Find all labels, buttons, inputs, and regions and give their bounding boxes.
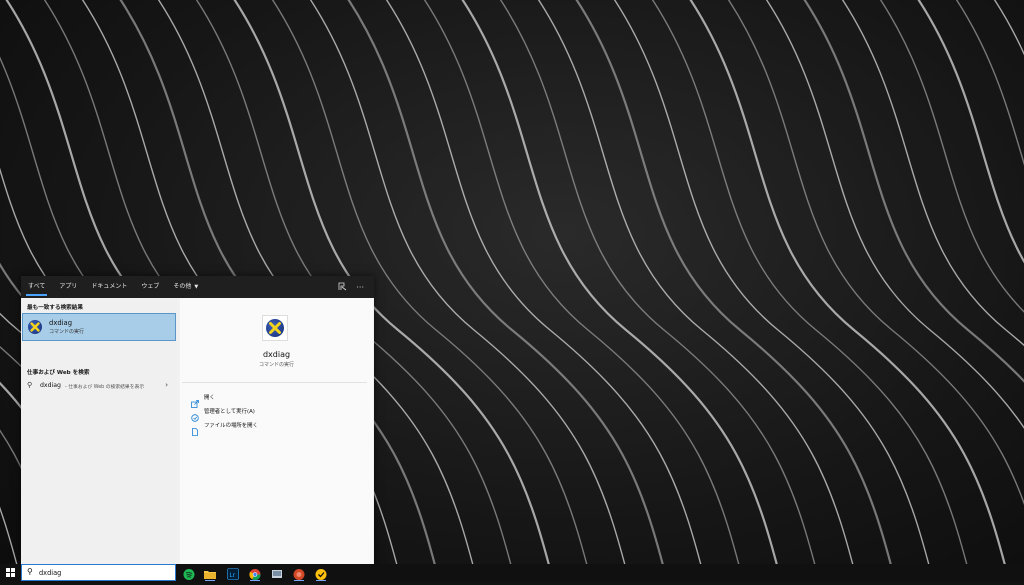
search-icon: ⚲ xyxy=(27,567,33,576)
chrome-icon[interactable] xyxy=(248,566,262,581)
web-search-result[interactable]: ⚲ dxdiag - 仕事および Web の検索結果を表示 › xyxy=(21,378,177,394)
web-search-query: dxdiag xyxy=(40,382,61,389)
windows-logo-icon xyxy=(6,568,15,577)
preview-pane: dxdiag コマンドの実行 開く 管理者として実行(A) ファイルの場所を開く xyxy=(180,298,373,564)
search-icon: ⚲ xyxy=(27,381,33,389)
dxdiag-large-icon xyxy=(262,315,288,341)
app-icon[interactable] xyxy=(270,566,284,579)
chevron-down-icon: ▼ xyxy=(194,284,199,290)
results-list-pane: 最も一致する検索結果 dxdiag コマンドの実行 仕事および Web を検索 … xyxy=(21,298,177,564)
spotify-icon[interactable] xyxy=(182,566,196,580)
dxdiag-app-icon xyxy=(28,320,42,334)
feedback-icon[interactable] xyxy=(338,282,347,293)
svg-text:Lr: Lr xyxy=(229,572,235,579)
file-location-icon xyxy=(191,421,199,436)
lightroom-icon[interactable]: Lr xyxy=(226,566,240,580)
tab-apps[interactable]: アプリ xyxy=(52,276,84,298)
best-match-title: dxdiag xyxy=(49,319,73,327)
file-explorer-icon[interactable] xyxy=(203,566,217,581)
taskbar-search-input[interactable] xyxy=(39,567,169,578)
open-action[interactable]: 開く xyxy=(191,391,215,408)
tab-web[interactable]: ウェブ xyxy=(134,276,166,298)
preview-title: dxdiag xyxy=(262,350,291,359)
taskbar: ⚲ Lr xyxy=(0,564,1024,581)
web-search-header: 仕事および Web を検索 xyxy=(27,370,90,376)
open-file-location-action[interactable]: ファイルの場所を開く xyxy=(191,419,258,436)
powerpoint-icon[interactable] xyxy=(292,566,306,581)
preview-divider xyxy=(182,382,367,383)
open-icon xyxy=(191,393,199,408)
norton-icon[interactable] xyxy=(314,566,328,581)
admin-shield-icon xyxy=(191,407,199,422)
web-search-description: - 仕事および Web の検索結果を表示 xyxy=(65,385,145,390)
search-tab-bar: すべて アプリ ドキュメント ウェブ その他 ▼ ··· xyxy=(21,276,374,298)
tab-documents[interactable]: ドキュメント xyxy=(84,276,134,298)
run-as-admin-action[interactable]: 管理者として実行(A) xyxy=(191,405,255,422)
tab-all[interactable]: すべて xyxy=(21,276,52,298)
start-button[interactable] xyxy=(0,564,21,581)
taskbar-search-box[interactable]: ⚲ xyxy=(21,564,176,581)
chevron-right-icon[interactable]: › xyxy=(165,381,168,389)
tab-more[interactable]: その他 ▼ xyxy=(166,276,205,298)
best-match-subtitle: コマンドの実行 xyxy=(49,329,85,335)
best-match-result[interactable]: dxdiag コマンドの実行 xyxy=(22,313,176,341)
more-options-icon[interactable]: ··· xyxy=(356,283,364,292)
preview-subtitle: コマンドの実行 xyxy=(258,362,294,368)
best-match-header: 最も一致する検索結果 xyxy=(27,305,83,311)
search-panel: すべて アプリ ドキュメント ウェブ その他 ▼ ··· 最も一致する検索結果 d… xyxy=(21,276,374,564)
